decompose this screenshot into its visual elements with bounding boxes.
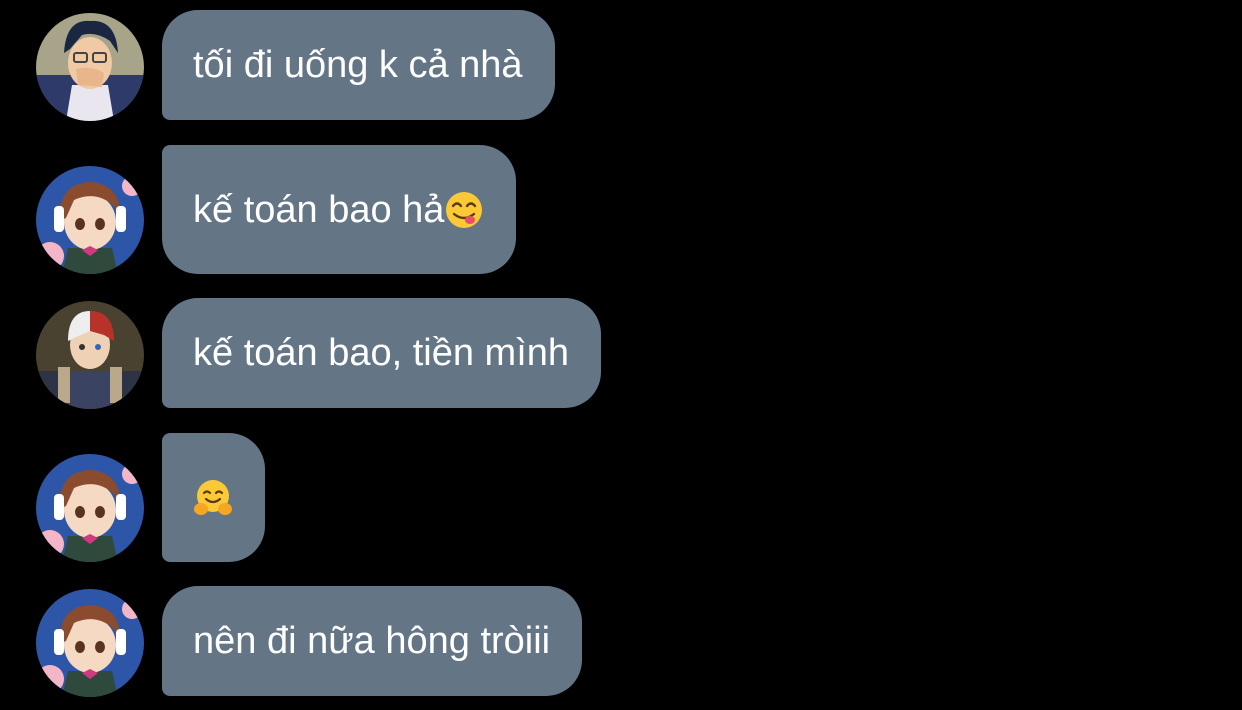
message-bubble[interactable]: kế toán bao hả <box>162 145 517 274</box>
avatar[interactable] <box>36 454 144 562</box>
message-bubble[interactable]: nên đi nữa hông tròiii <box>162 586 583 696</box>
message-text: kế toán bao hả <box>193 188 445 231</box>
avatar-uraraka-image <box>36 454 144 562</box>
message-bubble[interactable]: kế toán bao, tiền mình <box>162 298 602 408</box>
avatar[interactable] <box>36 589 144 697</box>
yummy-face-emoji-icon <box>446 191 483 228</box>
hugging-face-emoji-icon <box>194 479 232 515</box>
message-bubble[interactable]: tối đi uống k cả nhà <box>162 10 555 120</box>
message-text: tối đi uống k cả nhà <box>193 44 523 86</box>
message-text: kế toán bao, tiền mình <box>193 332 570 374</box>
message-bubble[interactable] <box>162 433 265 562</box>
avatar[interactable] <box>36 13 144 121</box>
avatar[interactable] <box>36 301 144 409</box>
avatar-todoroki-image <box>36 301 144 409</box>
avatar[interactable] <box>36 166 144 274</box>
avatar-uraraka-image <box>36 166 144 274</box>
avatar-uraraka-image <box>36 589 144 697</box>
message-text: nên đi nữa hông tròiii <box>193 620 551 662</box>
avatar-iida-image <box>36 13 144 121</box>
